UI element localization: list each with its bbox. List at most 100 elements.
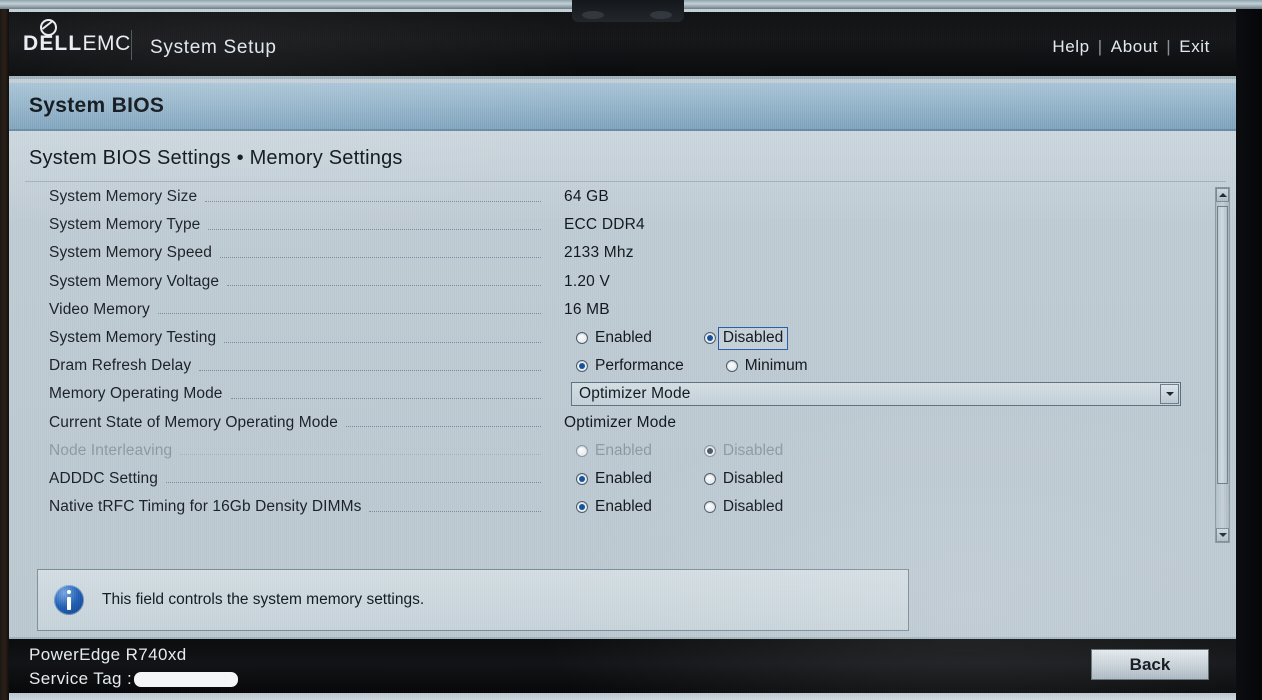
scroll-up-button[interactable]: [1216, 188, 1229, 202]
setting-label: Native tRFC Timing for 16Gb Density DIMM…: [49, 498, 362, 516]
dropdown-toggle-button[interactable]: [1160, 384, 1179, 405]
setting-label: Memory Operating Mode: [49, 385, 223, 403]
radio-label: Enabled: [595, 469, 652, 487]
setting-value: 2133 Mhz: [564, 244, 634, 262]
content-panel: System BIOS Settings • Memory Settings S…: [9, 131, 1236, 643]
setting-value: 1.20 V: [564, 272, 611, 290]
radio-option[interactable]: Minimum: [725, 357, 808, 375]
leader-dots: [165, 482, 541, 484]
radio-option[interactable]: Enabled: [576, 329, 652, 347]
memory-operating-mode-dropdown[interactable]: Optimizer Mode: [571, 382, 1181, 407]
radio-label: Disabled: [722, 469, 784, 487]
chevron-down-icon: [1218, 533, 1227, 537]
radio-indicator-icon: [703, 472, 716, 485]
setting-row: Video Memory 16 MB: [9, 296, 1236, 324]
setting-value: 16 MB: [564, 300, 610, 318]
bezel-right: [1236, 0, 1262, 700]
leader-dots: [199, 369, 542, 371]
service-tag-label: Service Tag :: [29, 669, 133, 688]
setting-row[interactable]: Dram Refresh Delay Performance Minimum: [9, 352, 1236, 380]
page-title: System BIOS: [29, 94, 165, 117]
nav-about-link[interactable]: About: [1111, 37, 1158, 57]
radio-label: Disabled: [722, 498, 784, 516]
leader-dots: [224, 341, 542, 343]
setting-value: ECC DDR4: [564, 216, 645, 234]
radio-indicator-icon: [703, 501, 716, 514]
setting-label: Node Interleaving: [49, 441, 173, 459]
setting-value: 64 GB: [564, 188, 609, 206]
setting-value: Optimizer Mode: [564, 413, 677, 431]
bezel-left: [0, 0, 9, 700]
chevron-up-icon: [1218, 193, 1227, 197]
nav-separator-2: |: [1166, 37, 1172, 56]
setting-label: Current State of Memory Operating Mode: [49, 413, 338, 431]
radio-label: Disabled: [717, 327, 789, 351]
setting-value-column: Performance Minimum: [564, 352, 808, 380]
radio-label: Enabled: [595, 441, 652, 459]
top-nav: Help | About | Exit: [1052, 37, 1210, 57]
radio-indicator-icon: [725, 360, 738, 373]
radio-label: Enabled: [595, 498, 652, 516]
radio-option[interactable]: Disabled: [703, 469, 784, 488]
setting-label: Dram Refresh Delay: [49, 357, 192, 375]
setting-value-column: Enabled Disabled: [564, 465, 783, 493]
setting-label: ADDDC Setting: [49, 469, 158, 487]
setting-row: System Memory Type ECC DDR4: [9, 211, 1236, 239]
nav-separator-1: |: [1097, 37, 1103, 56]
radio-option[interactable]: Enabled: [576, 470, 652, 488]
radio-indicator-icon: [576, 444, 588, 457]
help-text: This field controls the system memory se…: [102, 591, 425, 608]
radio-indicator-icon: [703, 444, 716, 457]
radio-option[interactable]: Disabled: [703, 498, 784, 516]
brand-divider: [131, 30, 132, 60]
setting-row: System Memory Speed 2133 Mhz: [9, 239, 1236, 267]
setting-label: Video Memory: [49, 300, 150, 318]
setting-row[interactable]: Native tRFC Timing for 16Gb Density DIMM…: [9, 493, 1236, 521]
setting-row[interactable]: System Memory Testing Enabled Disabled: [9, 324, 1236, 352]
setting-value-column: 64 GB: [564, 183, 609, 211]
scroll-down-button[interactable]: [1216, 528, 1229, 542]
leader-dots: [208, 228, 542, 230]
radio-indicator-icon: [576, 472, 588, 485]
setting-row[interactable]: ADDDC Setting Enabled Disabled: [9, 465, 1236, 493]
camera-lens-icon: [582, 11, 604, 19]
nav-help-link[interactable]: Help: [1052, 37, 1089, 57]
radio-indicator-icon: [576, 501, 588, 514]
setting-value-column: Optimizer Mode: [564, 409, 676, 437]
setting-value-column: Enabled Disabled: [564, 437, 783, 465]
footer-bar: PowerEdge R740xd Service Tag : Back: [9, 637, 1236, 693]
leader-dots: [180, 454, 542, 456]
setting-label: System Memory Voltage: [49, 272, 220, 290]
setting-row[interactable]: Node Interleaving Enabled Disabled: [9, 437, 1236, 465]
radio-indicator-icon: [703, 332, 716, 345]
radio-option[interactable]: Disabled: [703, 327, 789, 351]
info-icon: [54, 585, 84, 615]
radio-label: Minimum: [744, 357, 808, 375]
leader-dots: [220, 256, 541, 258]
settings-scrollbar[interactable]: [1215, 187, 1230, 543]
leader-dots: [230, 397, 541, 399]
setting-row: System Memory Size 64 GB: [9, 183, 1236, 211]
service-tag: Service Tag :: [29, 669, 239, 689]
radio-option[interactable]: Performance: [576, 357, 684, 375]
dell-wordmark: DELL: [23, 19, 83, 55]
back-button[interactable]: Back: [1091, 649, 1209, 680]
radio-group: Enabled Disabled: [564, 327, 789, 351]
setting-value-column: Optimizer Mode: [564, 380, 1181, 408]
setting-row: Current State of Memory Operating Mode Op…: [9, 409, 1236, 437]
radio-option[interactable]: Enabled: [576, 498, 652, 516]
bios-screen: DELL EMC System Setup Help | About | Exit…: [9, 9, 1236, 700]
setting-row[interactable]: Memory Operating Mode Optimizer Mode: [9, 380, 1236, 408]
radio-group: Enabled Disabled: [564, 470, 783, 488]
scrollbar-thumb[interactable]: [1217, 206, 1228, 484]
radio-indicator-icon: [576, 332, 588, 345]
dell-slashed-o-icon: E: [39, 19, 58, 55]
nav-exit-link[interactable]: Exit: [1179, 37, 1210, 57]
chevron-down-icon: [1165, 392, 1174, 397]
leader-dots: [205, 200, 542, 202]
setting-row: System Memory Voltage 1.20 V: [9, 268, 1236, 296]
setting-value-column: ECC DDR4: [564, 211, 645, 239]
setting-value-column: 16 MB: [564, 296, 610, 324]
screen-bottom-edge: [9, 693, 1236, 700]
setting-value-column: 2133 Mhz: [564, 239, 634, 267]
